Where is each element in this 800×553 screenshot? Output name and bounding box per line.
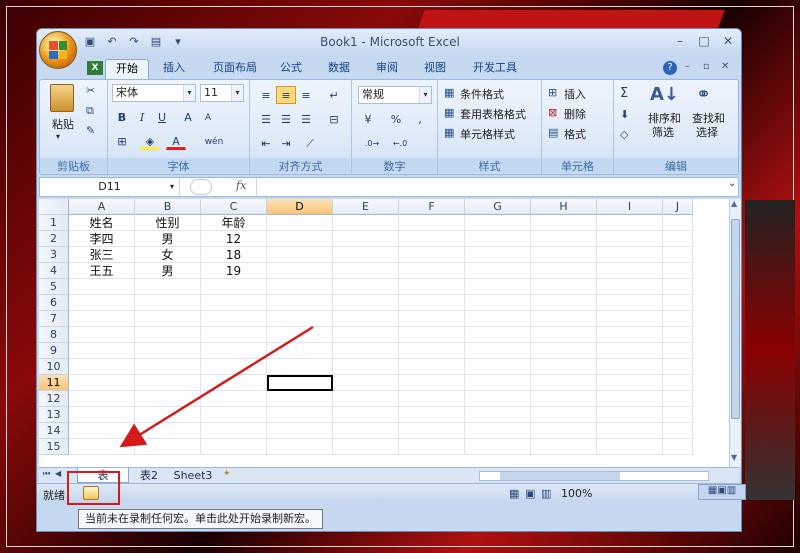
- office-button[interactable]: [39, 31, 77, 69]
- annotation-arrow: [119, 325, 314, 448]
- office-logo-icon: [49, 41, 67, 59]
- macro-tooltip: 当前未在录制任何宏。单击此处开始录制新宏。: [78, 509, 323, 529]
